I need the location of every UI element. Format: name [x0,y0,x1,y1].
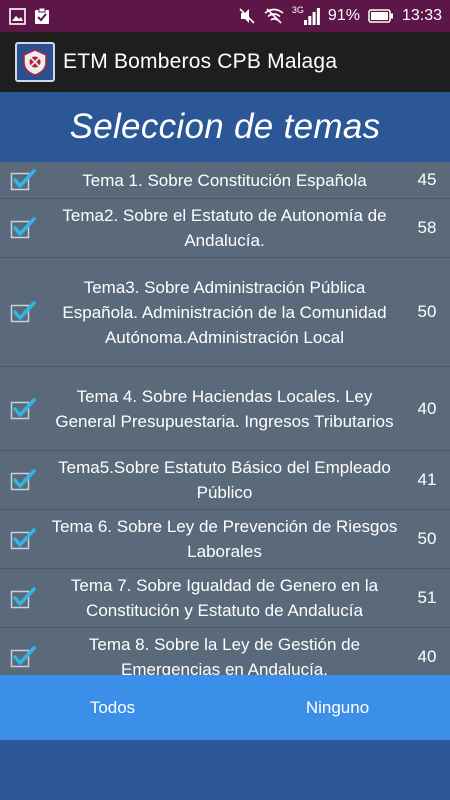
checkbox-checked-icon [10,528,36,550]
battery-percent: 91% [327,7,360,24]
topic-title: Tema 7. Sobre Igualdad de Genero en la C… [70,576,379,620]
app-logo[interactable] [15,42,55,82]
navigation-area [0,740,450,800]
topic-checkbox[interactable] [0,528,45,550]
app-title: ETM Bomberos CPB Malaga [63,50,338,73]
signal-icon: 3G [291,5,320,25]
topic-question-count: 50 [417,302,437,321]
topic-question-count: 40 [417,398,437,418]
topic-list[interactable]: Tema 1. Sobre Constitución Española 45 Tem… [0,162,450,675]
topic-checkbox[interactable] [0,301,45,323]
clipboard-check-icon [34,7,50,25]
image-icon [9,7,26,25]
status-bar: 3G 91% 13:33 [0,0,450,32]
select-all-button[interactable]: Todos [0,675,225,740]
mute-icon [238,7,256,25]
topic-checkbox[interactable] [0,217,45,239]
topic-title: Tema 4. Sobre Haciendas Locales. Ley Gen… [55,386,394,431]
app-bar: ETM Bomberos CPB Malaga [0,32,450,92]
checkbox-checked-icon [10,301,36,323]
page-title: Seleccion de temas [69,107,381,146]
topic-row[interactable]: Tema 4. Sobre Haciendas Locales. Ley Gen… [0,367,450,451]
checkbox-checked-icon [10,587,36,609]
topic-row[interactable]: Tema5.Sobre Estatuto Básico del Empleado… [0,451,450,510]
topic-row[interactable]: Tema 6. Sobre Ley de Prevención de Riesg… [0,510,450,569]
topic-title: Tema2. Sobre el Estatuto de Autonomía de… [62,206,387,250]
topic-checkbox[interactable] [0,469,45,491]
topic-question-count: 58 [417,218,437,237]
checkbox-checked-icon [10,217,36,239]
battery-icon [368,9,394,23]
topic-row[interactable]: Tema 7. Sobre Igualdad de Genero en la C… [0,569,450,628]
topic-row[interactable]: Tema2. Sobre el Estatuto de Autonomía de… [0,199,450,258]
select-none-button[interactable]: Ninguno [225,675,450,740]
clock: 13:33 [401,7,442,24]
bottom-bar: Todos Ninguno [0,675,450,740]
topic-row[interactable]: Tema3. Sobre Administración Pública Espa… [0,258,450,367]
checkbox-checked-icon [10,397,36,419]
topic-question-count: 50 [417,529,437,548]
topic-question-count: 51 [417,588,437,607]
topic-checkbox[interactable] [0,169,45,191]
checkbox-checked-icon [10,169,36,191]
topic-row[interactable]: Tema 8. Sobre la Ley de Gestión de Emerg… [0,628,450,675]
topic-row[interactable]: Tema 1. Sobre Constitución Española 45 [0,162,450,199]
network-type-label: 3G [291,5,304,15]
topic-question-count: 41 [417,470,437,489]
topic-checkbox[interactable] [0,587,45,609]
checkbox-checked-icon [10,646,36,668]
topic-title: Tema3. Sobre Administración Pública Espa… [62,277,387,347]
topic-title: Tema 1. Sobre Constitución Española [82,170,367,190]
heading-band: Seleccion de temas [0,92,450,162]
firefighter-shield-icon [23,49,47,76]
topic-checkbox[interactable] [0,646,45,668]
topic-checkbox[interactable] [0,397,45,420]
checkbox-checked-icon [10,469,36,491]
topic-title: Tema 8. Sobre la Ley de Gestión de Emerg… [88,635,361,675]
wifi-off-icon [264,8,284,24]
topic-title: Tema 6. Sobre Ley de Prevención de Riesg… [51,517,398,561]
topic-question-count: 45 [417,170,437,189]
topic-question-count: 40 [417,647,437,666]
topic-title: Tema5.Sobre Estatuto Básico del Empleado… [58,458,391,502]
